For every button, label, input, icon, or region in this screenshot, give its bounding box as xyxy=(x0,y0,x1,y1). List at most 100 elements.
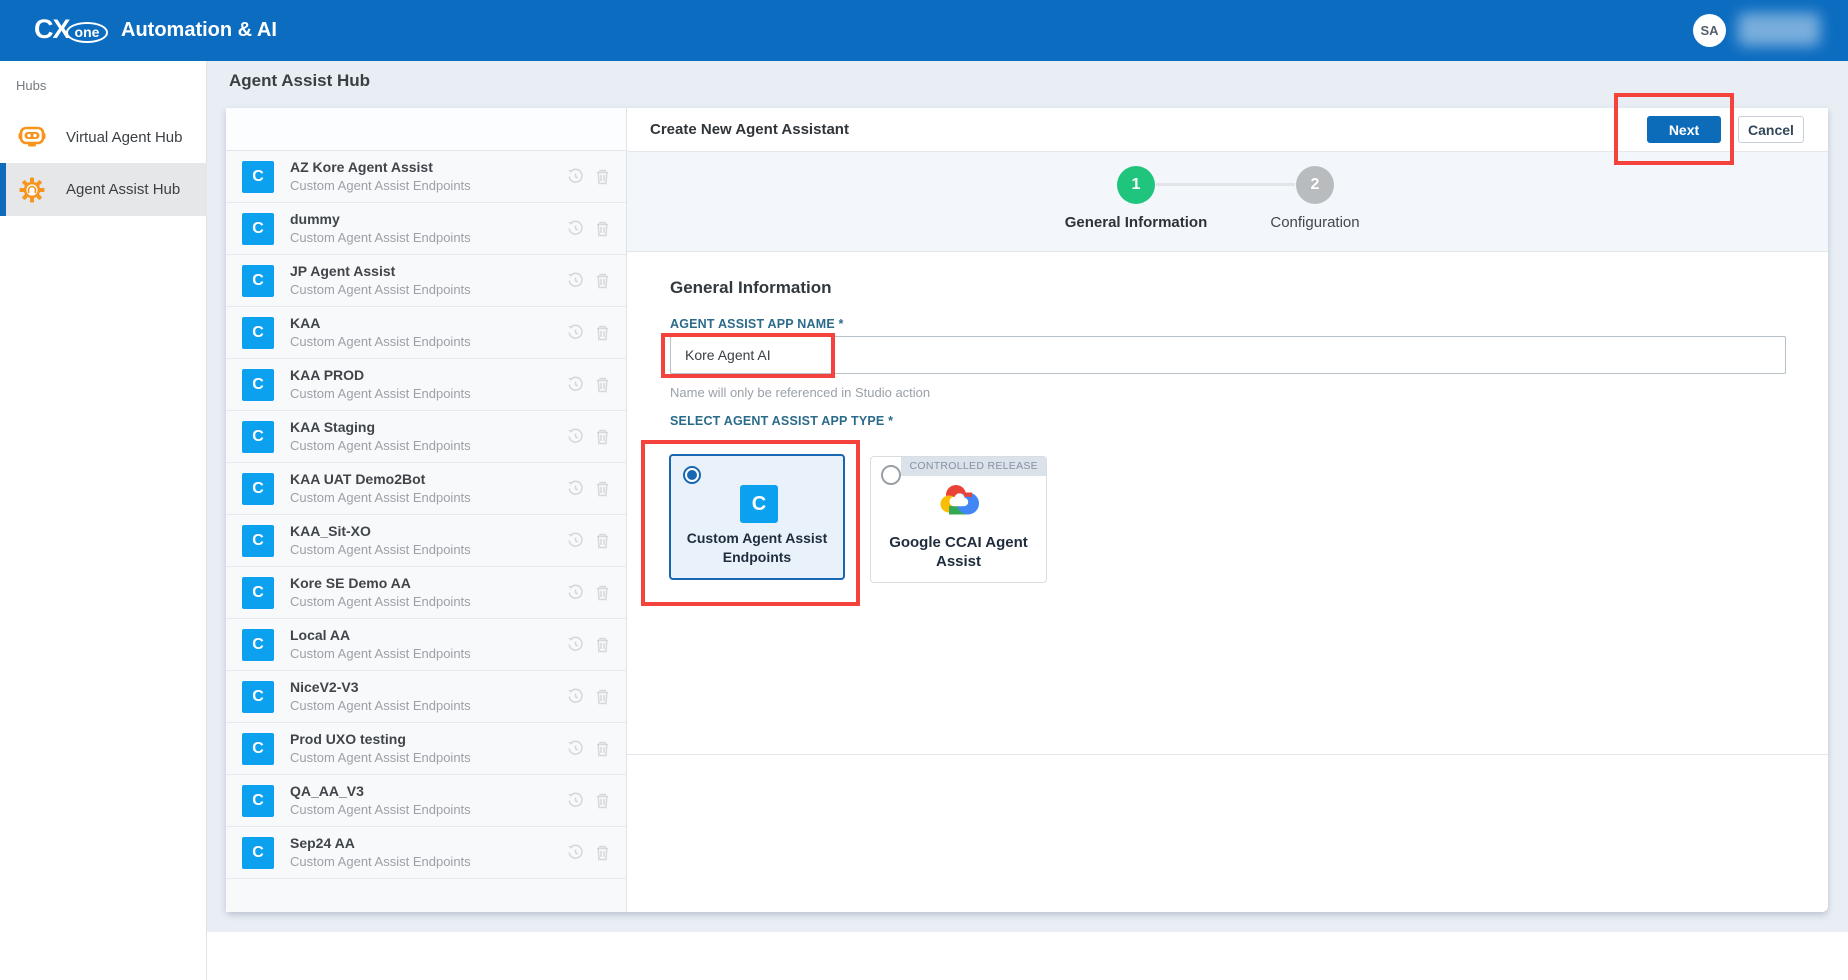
sidebar-item-agent-assist-hub[interactable]: Agent Assist Hub xyxy=(0,163,207,216)
assistant-type: Custom Agent Assist Endpoints xyxy=(290,698,471,713)
delete-icon[interactable] xyxy=(595,584,610,601)
list-item[interactable]: C dummy Custom Agent Assist Endpoints xyxy=(226,203,626,255)
cxone-logo: CX one xyxy=(34,14,108,45)
app-name-helper-text: Name will only be referenced in Studio a… xyxy=(670,385,930,400)
delete-icon[interactable] xyxy=(595,324,610,341)
history-icon[interactable] xyxy=(567,688,584,705)
list-item[interactable]: C KAA PROD Custom Agent Assist Endpoints xyxy=(226,359,626,411)
list-item[interactable]: C Kore SE Demo AA Custom Agent Assist En… xyxy=(226,567,626,619)
sidebar-item-label: Agent Assist Hub xyxy=(66,181,180,198)
assistant-name: KAA xyxy=(290,315,320,331)
assistant-type: Custom Agent Assist Endpoints xyxy=(290,282,471,297)
history-icon[interactable] xyxy=(567,636,584,653)
delete-icon[interactable] xyxy=(595,636,610,653)
list-header xyxy=(226,108,626,151)
list-item[interactable]: C AZ Kore Agent Assist Custom Agent Assi… xyxy=(226,151,626,203)
assistant-name: Prod UXO testing xyxy=(290,731,406,747)
delete-icon[interactable] xyxy=(595,376,610,393)
type-card-google-ccai[interactable]: CONTROLLED RELEASE Goo xyxy=(870,456,1047,583)
google-cloud-icon xyxy=(939,483,980,522)
delete-icon[interactable] xyxy=(595,844,610,861)
history-icon[interactable] xyxy=(567,376,584,393)
custom-endpoint-icon: C xyxy=(242,681,274,713)
delete-icon[interactable] xyxy=(595,480,610,497)
delete-icon[interactable] xyxy=(595,740,610,757)
logo-one-cloud: one xyxy=(66,22,109,43)
list-item[interactable]: C QA_AA_V3 Custom Agent Assist Endpoints xyxy=(226,775,626,827)
sidebar: Hubs Virtual Agent Hub xyxy=(0,61,207,980)
type-card-label: Google CCAI Agent Assist xyxy=(871,533,1046,571)
history-icon[interactable] xyxy=(567,844,584,861)
step-1-circle: 1 xyxy=(1117,166,1155,204)
custom-endpoint-icon: C xyxy=(242,317,274,349)
controlled-release-badge: CONTROLLED RELEASE xyxy=(901,457,1046,476)
assistant-name: Local AA xyxy=(290,627,350,643)
panel-header: Create New Agent Assistant Next Cancel xyxy=(627,108,1828,152)
cancel-button[interactable]: Cancel xyxy=(1738,116,1804,143)
panel-title: Create New Agent Assistant xyxy=(650,121,849,138)
assistant-name: QA_AA_V3 xyxy=(290,783,364,799)
history-icon[interactable] xyxy=(567,532,584,549)
history-icon[interactable] xyxy=(567,220,584,237)
app-title: Automation & AI xyxy=(121,0,277,61)
logo-cx-text: CX xyxy=(34,14,70,45)
history-icon[interactable] xyxy=(567,428,584,445)
app-type-label: SELECT AGENT ASSIST APP TYPE * xyxy=(670,414,893,428)
list-item[interactable]: C Prod UXO testing Custom Agent Assist E… xyxy=(226,723,626,775)
list-item[interactable]: C KAA Custom Agent Assist Endpoints xyxy=(226,307,626,359)
history-icon[interactable] xyxy=(567,480,584,497)
assistant-type: Custom Agent Assist Endpoints xyxy=(290,230,471,245)
history-icon[interactable] xyxy=(567,168,584,185)
wizard-stepper: 1 2 General Information Configuration xyxy=(627,152,1828,252)
delete-icon[interactable] xyxy=(595,168,610,185)
delete-icon[interactable] xyxy=(595,428,610,445)
history-icon[interactable] xyxy=(567,792,584,809)
assistant-name: Sep24 AA xyxy=(290,835,355,851)
sidebar-item-virtual-agent-hub[interactable]: Virtual Agent Hub xyxy=(0,113,207,161)
delete-icon[interactable] xyxy=(595,532,610,549)
delete-icon[interactable] xyxy=(595,688,610,705)
list-item[interactable]: C Local AA Custom Agent Assist Endpoints xyxy=(226,619,626,671)
stepper-connector xyxy=(1156,183,1295,186)
list-item[interactable]: C NiceV2-V3 Custom Agent Assist Endpoint… xyxy=(226,671,626,723)
history-icon[interactable] xyxy=(567,272,584,289)
custom-endpoint-icon: C xyxy=(242,629,274,661)
history-icon[interactable] xyxy=(567,584,584,601)
custom-endpoint-icon: C xyxy=(242,421,274,453)
next-button[interactable]: Next xyxy=(1647,116,1721,143)
step-2-circle: 2 xyxy=(1296,166,1334,204)
assistant-name: Kore SE Demo AA xyxy=(290,575,411,591)
list-item[interactable]: C Sep24 AA Custom Agent Assist Endpoints xyxy=(226,827,626,879)
type-card-custom-endpoints[interactable]: C Custom Agent Assist Endpoints xyxy=(669,454,845,580)
delete-icon[interactable] xyxy=(595,272,610,289)
user-name-redacted xyxy=(1738,13,1820,46)
radio-selected[interactable] xyxy=(683,466,701,484)
custom-endpoint-icon: C xyxy=(242,369,274,401)
avatar[interactable]: SA xyxy=(1693,14,1726,47)
assistant-list-panel: C AZ Kore Agent Assist Custom Agent Assi… xyxy=(226,108,627,912)
assistant-type: Custom Agent Assist Endpoints xyxy=(290,178,471,193)
assistant-type: Custom Agent Assist Endpoints xyxy=(290,854,471,869)
list-item[interactable]: C KAA_Sit-XO Custom Agent Assist Endpoin… xyxy=(226,515,626,567)
history-icon[interactable] xyxy=(567,740,584,757)
custom-endpoint-icon: C xyxy=(242,733,274,765)
list-item[interactable]: C JP Agent Assist Custom Agent Assist En… xyxy=(226,255,626,307)
list-item[interactable]: C KAA UAT Demo2Bot Custom Agent Assist E… xyxy=(226,463,626,515)
custom-endpoint-icon: C xyxy=(242,161,274,193)
assistant-type: Custom Agent Assist Endpoints xyxy=(290,386,471,401)
step-2-label: Configuration xyxy=(1205,214,1425,231)
custom-endpoint-icon: C xyxy=(242,577,274,609)
app-name-input[interactable] xyxy=(670,336,1786,374)
gear-headset-icon xyxy=(18,177,46,203)
history-icon[interactable] xyxy=(567,324,584,341)
list-item[interactable]: C KAA Staging Custom Agent Assist Endpoi… xyxy=(226,411,626,463)
radio-unselected[interactable] xyxy=(881,465,901,485)
custom-endpoint-icon: C xyxy=(242,837,274,869)
assistant-name: NiceV2-V3 xyxy=(290,679,358,695)
main-container: C AZ Kore Agent Assist Custom Agent Assi… xyxy=(226,108,1828,912)
assistant-type: Custom Agent Assist Endpoints xyxy=(290,334,471,349)
delete-icon[interactable] xyxy=(595,220,610,237)
section-heading: General Information xyxy=(670,278,832,298)
assistant-name: KAA PROD xyxy=(290,367,364,383)
delete-icon[interactable] xyxy=(595,792,610,809)
